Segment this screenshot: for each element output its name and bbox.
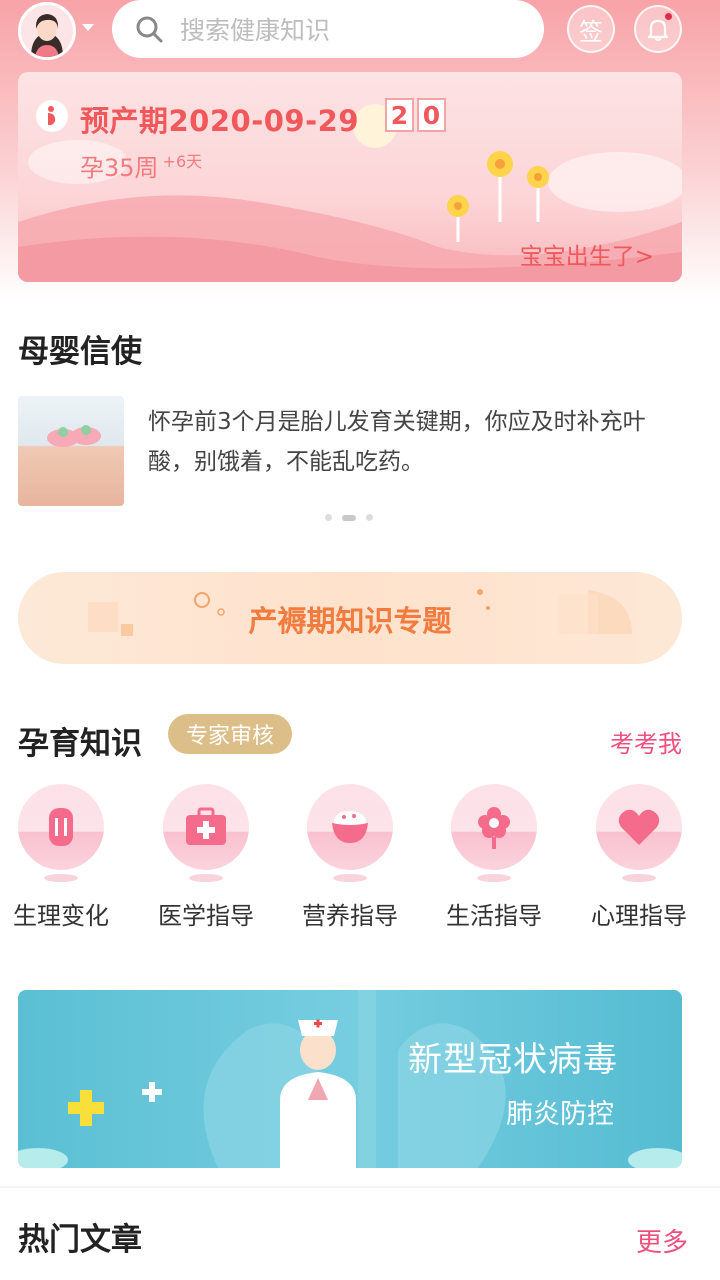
icon-shadow: [622, 874, 656, 882]
category-nutrition[interactable]: 营养指导: [295, 784, 405, 931]
carousel-dot: [325, 514, 332, 521]
banner-title: 新型冠状病毒: [408, 1040, 618, 1080]
more-link[interactable]: 更多: [636, 1222, 688, 1259]
postpartum-banner[interactable]: 产褥期知识专题: [18, 572, 682, 664]
due-date-card[interactable]: 预产期2020-09-29 2 0 孕35周 +6天 宝宝出生了>: [18, 72, 682, 282]
chevron-down-icon: [82, 24, 94, 31]
countdown: 2 0: [385, 98, 446, 132]
quiz-link[interactable]: 考考我: [610, 724, 682, 759]
article-thumbnail[interactable]: [18, 396, 124, 506]
messenger-text[interactable]: 怀孕前3个月是胎儿发育关键期，你应及时补充叶酸，别饿着，不能乱吃药。: [148, 402, 688, 482]
category-label: 生活指导: [446, 902, 542, 930]
pregnant-icon: [36, 100, 68, 132]
section-title: 热门文章: [18, 1222, 142, 1258]
hot-articles-section: 热门文章 更多: [0, 1188, 720, 1280]
icon-shadow: [44, 874, 78, 882]
category-life[interactable]: 生活指导: [439, 784, 549, 931]
sunflower-icon: [447, 151, 549, 242]
icon-shadow: [333, 874, 367, 882]
category-label: 营养指导: [302, 902, 398, 930]
carousel-dot: [366, 514, 373, 521]
due-date: 预产期2020-09-29: [80, 104, 359, 138]
section-title: 母婴信使: [18, 334, 142, 370]
day-text: +6天: [162, 152, 203, 171]
nutrition-bowl-icon: [307, 784, 393, 870]
heart-icon: [596, 784, 682, 870]
virus-banner-section: 新型冠状病毒 肺炎防控: [0, 970, 720, 1186]
sign-in-button[interactable]: 签: [567, 5, 615, 53]
covid-banner[interactable]: 新型冠状病毒 肺炎防控: [18, 990, 682, 1168]
flower-icon: [451, 784, 537, 870]
carousel-indicator: [325, 514, 373, 521]
countdown-digit: 0: [417, 98, 446, 132]
baby-shoes-image: [47, 425, 101, 447]
pregnancy-week: 孕35周 +6天: [80, 148, 202, 183]
week-text: 孕35周: [80, 154, 159, 182]
category-medical[interactable]: 医学指导: [151, 784, 261, 931]
postpartum-section: 产褥期知识专题: [0, 542, 720, 690]
icon-shadow: [189, 874, 223, 882]
category-body-change[interactable]: 生理变化: [6, 784, 116, 931]
header: 搜索健康知识 签 预产期2020-09-29 2 0 孕35周 +6天 宝宝出生…: [0, 0, 720, 300]
medical-kit-icon: [163, 784, 249, 870]
unread-dot: [665, 13, 672, 20]
countdown-digit: 2: [385, 98, 414, 132]
expert-review-badge: 专家审核: [168, 714, 293, 754]
section-title: 孕育知识: [18, 726, 142, 762]
icon-shadow: [477, 874, 511, 882]
category-label: 生理变化: [13, 902, 109, 930]
search-bar[interactable]: 搜索健康知识: [112, 0, 544, 58]
category-label: 医学指导: [158, 902, 254, 930]
plus-icon: [68, 1082, 162, 1126]
category-label: 心理指导: [591, 902, 687, 930]
avatar[interactable]: [18, 2, 76, 60]
carousel-dot-active: [342, 514, 356, 521]
baby-born-link[interactable]: 宝宝出生了>: [520, 237, 654, 271]
mother-avatar-icon: [21, 5, 73, 57]
banner-subtitle: 肺炎防控: [506, 1099, 614, 1130]
messenger-section: 母婴信使 怀孕前3个月是胎儿发育关键期，你应及时补充叶酸，别饿着，不能乱吃药。: [0, 300, 720, 542]
category-psychology[interactable]: 心理指导: [584, 784, 694, 931]
postpartum-title: 产褥期知识专题: [248, 604, 452, 638]
avatar-switcher[interactable]: [18, 2, 110, 60]
search-icon: [136, 16, 163, 43]
search-placeholder: 搜索健康知识: [180, 16, 331, 45]
body-change-icon: [18, 784, 104, 870]
notification-button[interactable]: [634, 5, 682, 53]
knowledge-section: 孕育知识 专家审核 考考我 生理变化 医学指导 营养指导 生活指导 心理指导: [0, 690, 720, 970]
